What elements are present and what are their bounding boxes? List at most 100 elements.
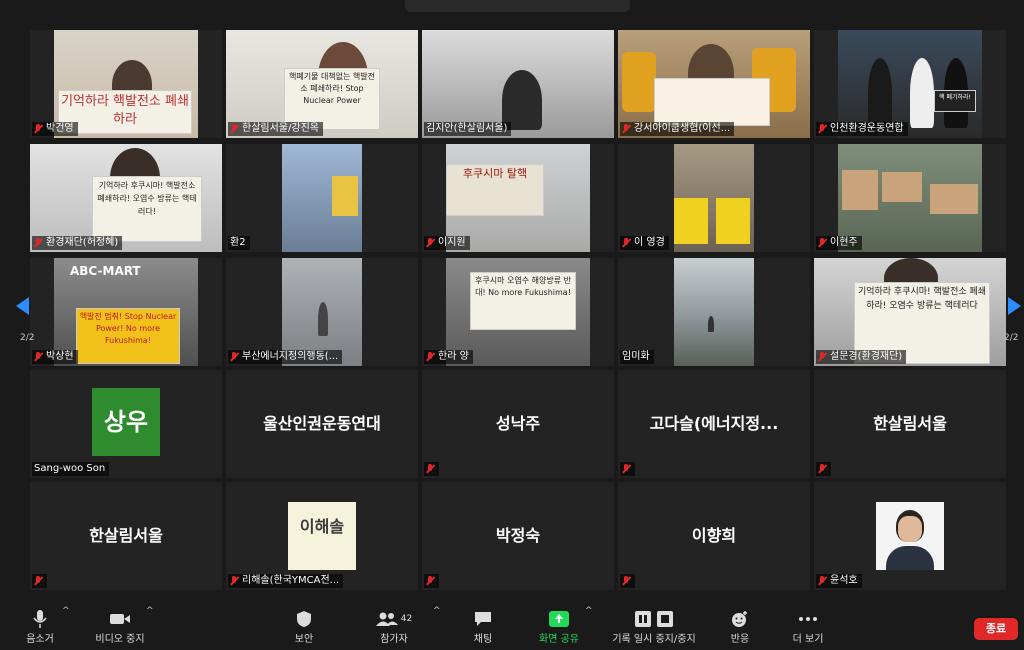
mute-button[interactable]: 음소거 [20, 608, 60, 645]
end-meeting-button[interactable]: 종료 [974, 618, 1018, 640]
participants-options-caret[interactable]: ^ [433, 606, 441, 616]
participant-tile[interactable]: 후쿠시마 탈핵 이지원 [422, 144, 614, 252]
participant-tile[interactable]: 핵폐기물 대책없는 핵발전소 폐쇄하라! Stop Nuclear Power … [226, 30, 418, 138]
participant-tile[interactable]: 기억하라 핵발전소 폐쇄하라 박건영 [30, 30, 222, 138]
protest-sign [882, 172, 922, 202]
participant-name [32, 574, 47, 588]
reactions-button[interactable]: 반응 [724, 608, 756, 645]
participant-video [674, 144, 754, 252]
mic-muted-icon [34, 124, 43, 134]
participant-display-name: 박정숙 [495, 526, 541, 545]
participant-name: 한라 양 [424, 350, 473, 364]
mic-muted-icon [426, 238, 435, 248]
stop-video-button[interactable]: 비디오 중지 [88, 608, 152, 645]
mic-muted-icon [622, 238, 631, 248]
mic-muted-icon [818, 576, 827, 586]
participant-tile[interactable]: 이 영경 [618, 144, 810, 252]
participant-name: 환2 [228, 236, 250, 250]
store-sign: ABC-MART [70, 264, 141, 278]
protest-sign [332, 176, 358, 216]
previous-page-arrow[interactable] [16, 297, 29, 315]
record-pause-stop-button[interactable]: 기록 일시 중지/중지 [606, 608, 702, 645]
mic-muted-icon [230, 124, 239, 134]
mic-muted-icon [230, 576, 239, 586]
participant-display-name: 성낙주 [495, 414, 541, 433]
participants-icon [375, 612, 398, 626]
participant-name: 임미화 [620, 350, 654, 364]
audio-options-caret[interactable]: ^ [62, 606, 70, 616]
mic-muted-icon [34, 576, 43, 586]
profile-photo [876, 502, 944, 570]
chat-icon [475, 612, 491, 626]
participant-name: 환경재단(허정혜) [32, 236, 123, 250]
participant-tile[interactable]: 강서아이쿱생협(이선... [618, 30, 810, 138]
participant-tile[interactable]: ABC-MART 핵발전 멈춰! Stop Nuclear Power! No … [30, 258, 222, 366]
participant-tile[interactable]: 이현주 [814, 144, 1006, 252]
protest-sign: 기억하라 핵발전소 폐쇄하라 [58, 90, 192, 134]
participant-tile[interactable]: 환2 [226, 144, 418, 252]
share-options-caret[interactable]: ^ [585, 606, 593, 616]
next-page-arrow[interactable] [1008, 297, 1021, 315]
chat-button[interactable]: 채팅 [466, 608, 500, 645]
gallery-grid: 기억하라 핵발전소 폐쇄하라 박건영 핵폐기물 대책없는 핵발전소 폐쇄하라! … [0, 0, 1024, 600]
participant-tile[interactable]: 기억하라 후쿠시마! 핵발전소 폐쇄하라! 오염수 방류는 핵테러다 설문경(환… [814, 258, 1006, 366]
participant-name: 김지안(한살림서울) [424, 122, 512, 136]
participant-name: 윤석호 [816, 574, 862, 588]
mic-muted-icon [818, 238, 827, 248]
participant-tile[interactable]: 한살림서울 [30, 482, 222, 590]
participant-tile[interactable]: 윤석호 [814, 482, 1006, 590]
security-button[interactable]: 보안 [286, 608, 322, 645]
participant-tile[interactable]: 성낙주 [422, 370, 614, 478]
participant-display-name: 울산인권운동연대 [263, 414, 381, 433]
share-screen-button[interactable]: 화면 공유 [534, 608, 584, 645]
protest-sign: 핵 폐기하라! [934, 90, 976, 112]
mic-muted-icon [34, 238, 43, 248]
stop-icon [657, 611, 673, 627]
mic-muted-icon [230, 352, 239, 362]
meeting-toolbar: 음소거 ^ 비디오 중지 ^ 보안 42 참가자 ^ 채팅 화면 공유 ^ 기록… [0, 600, 1024, 650]
participant-tile[interactable]: 한살림서울 [814, 370, 1006, 478]
mic-muted-icon [818, 464, 827, 474]
protest-sign: 기억하라 후쿠시마! 핵발전소 폐쇄하라! 오염수 방류는 핵테러다! [92, 176, 202, 242]
participant-name: 이현주 [816, 236, 862, 250]
protest-sign: 후쿠시마 오염수 해양방류 반대! No more Fukushima! [470, 272, 576, 330]
participant-tile[interactable]: 후쿠시마 오염수 해양방류 반대! No more Fukushima! 한라 … [422, 258, 614, 366]
mic-muted-icon [818, 352, 827, 362]
participant-name [424, 462, 439, 476]
mic-muted-icon [426, 464, 435, 474]
more-dots-icon [799, 617, 817, 621]
participant-name: 박상현 [32, 350, 78, 364]
participant-tile[interactable]: 기억하라 후쿠시마! 핵발전소 폐쇄하라! 오염수 방류는 핵테러다! 환경재단… [30, 144, 222, 252]
video-options-caret[interactable]: ^ [146, 606, 154, 616]
protest-sign: 후쿠시마 탈핵 [446, 164, 544, 216]
participant-display-name: 한살림서울 [873, 414, 947, 433]
mic-muted-icon [622, 124, 631, 134]
participant-name [816, 462, 831, 476]
participant-name: 박건영 [32, 122, 78, 136]
mic-muted-icon [622, 464, 631, 474]
participant-name: Sang-woo Son [32, 462, 110, 476]
participant-tile[interactable]: 상우 Sang-woo Son [30, 370, 222, 478]
participant-name: 이지원 [424, 236, 470, 250]
participant-name: 강서아이쿱생협(이선... [620, 122, 735, 136]
participants-button[interactable]: 42 참가자 [372, 608, 416, 645]
participant-tile[interactable]: 김지안(한살림서울) [422, 30, 614, 138]
participant-tile[interactable]: 임미화 [618, 258, 810, 366]
participant-tile[interactable]: 고다슬(에너지정... [618, 370, 810, 478]
participant-name: 이 영경 [620, 236, 669, 250]
mic-muted-icon [622, 576, 631, 586]
more-button[interactable]: 더 보기 [788, 608, 828, 645]
participant-tile[interactable]: 이향희 [618, 482, 810, 590]
protest-sign [674, 198, 708, 244]
participant-tile[interactable]: 부산에너지정의행동(... [226, 258, 418, 366]
mic-muted-icon [34, 352, 43, 362]
participant-tile[interactable]: 박정숙 [422, 482, 614, 590]
participant-display-name: 이향희 [691, 526, 737, 545]
emoji-reaction-icon [732, 611, 747, 627]
participant-tile[interactable]: 울산인권운동연대 [226, 370, 418, 478]
participant-display-name: 한살림서울 [89, 526, 163, 545]
participant-tile[interactable]: 이해솔 리해솔(한국YMCA전... [226, 482, 418, 590]
protest-sign [654, 78, 770, 126]
participant-tile[interactable]: 핵 폐기하라! 인천환경운동연합 [814, 30, 1006, 138]
participant-name: 인천환경운동연합 [816, 122, 908, 136]
